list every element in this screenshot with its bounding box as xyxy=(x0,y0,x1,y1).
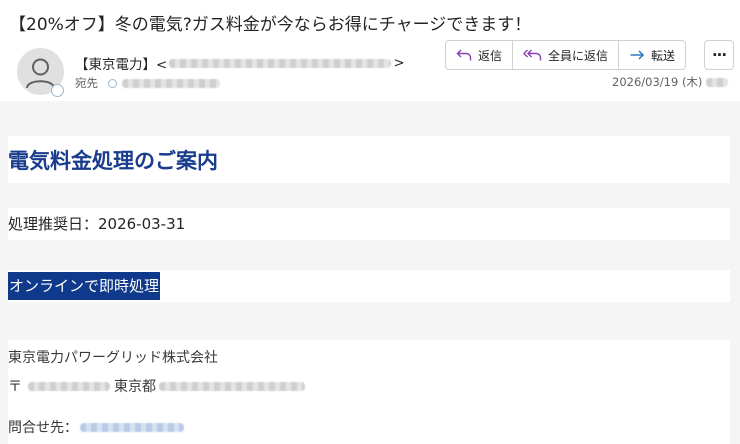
redacted-postal-code xyxy=(28,381,110,391)
sender-name: 【東京電力】< xyxy=(75,57,168,73)
postal-mark: 〒 xyxy=(8,379,22,395)
reply-icon xyxy=(456,49,472,61)
redacted-sender-address xyxy=(169,58,392,68)
prefecture: 東京都 xyxy=(114,379,156,395)
sender-line[interactable]: 【東京電力】< > xyxy=(75,53,405,73)
redacted-address xyxy=(159,381,305,391)
email-subject: 【20%オフ】冬の電気?ガス料金が今ならお得にチャージできます！ xyxy=(9,15,532,35)
redacted-recipient-address xyxy=(122,78,220,88)
company-name: 東京電力パワーグリッド株式会社 xyxy=(8,350,218,366)
recipient-line: 宛先 xyxy=(75,75,220,91)
company-line: 東京電力パワーグリッド株式会社 xyxy=(8,347,218,367)
online-process-link[interactable]: オンラインで即時処理 xyxy=(8,272,161,300)
redacted-phone-link[interactable] xyxy=(80,422,184,432)
forward-arrow-icon xyxy=(630,50,645,60)
reply-button[interactable]: 返信 xyxy=(446,41,514,69)
forward-label: 転送 xyxy=(651,48,676,63)
message-actions: 返信 全員に返信 転送 xyxy=(445,40,687,70)
footer-block: 東京電力パワーグリッド株式会社 〒 東京都 問合せ先： xyxy=(8,340,730,444)
to-label: 宛先 xyxy=(75,76,98,90)
address-line: 〒 東京都 xyxy=(8,376,305,396)
heading-block: 電気料金処理のご案内 xyxy=(8,136,730,183)
cta-block: オンラインで即時処理 xyxy=(8,270,730,302)
recipient-presence-icon xyxy=(108,78,117,88)
more-options-icon: ··· xyxy=(711,46,727,64)
due-date-block: 処理推奨日：2026-03-31 xyxy=(8,208,730,240)
message-heading: 電気料金処理のご案内 xyxy=(8,149,218,173)
contact-label: 問合せ先： xyxy=(8,420,78,436)
reply-all-icon xyxy=(523,49,542,61)
reply-all-label: 全員に返信 xyxy=(548,48,609,63)
contact-line: 問合せ先： xyxy=(8,417,184,437)
received-date: 2026/03/19 (木) xyxy=(612,74,729,90)
due-date-text: 処理推奨日：2026-03-31 xyxy=(8,215,186,233)
date-text: 2026/03/19 (木) xyxy=(612,75,703,89)
reply-label: 返信 xyxy=(478,48,503,63)
forward-button[interactable]: 転送 xyxy=(619,41,685,69)
sender-bracket: > xyxy=(393,55,405,71)
redacted-time xyxy=(706,77,729,87)
reply-all-button[interactable]: 全員に返信 xyxy=(513,41,620,69)
presence-status-icon xyxy=(51,84,64,97)
more-options-button[interactable]: ··· xyxy=(704,40,734,70)
